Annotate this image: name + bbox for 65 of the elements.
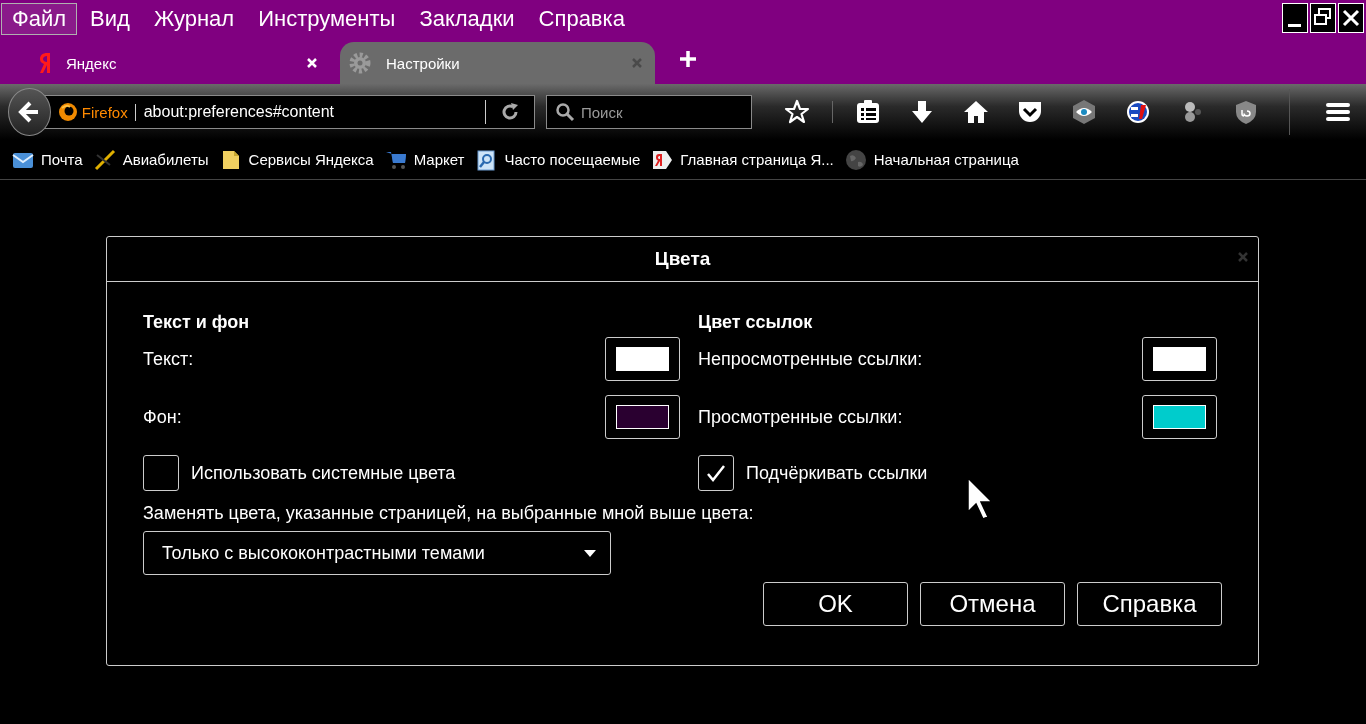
checkbox-label: Подчёркивать ссылки	[746, 462, 928, 484]
bookmark-star-icon[interactable]	[784, 99, 810, 125]
color-picker-button[interactable]	[1142, 337, 1217, 381]
tab[interactable]: Настройки	[340, 42, 655, 84]
override-label: Заменять цвета, указанные страницей, на выбранные мной выше цвета:	[143, 503, 755, 524]
checkbox[interactable]	[698, 455, 734, 491]
globe-icon	[844, 148, 867, 171]
letter-logo-icon	[38, 51, 52, 75]
bookmark-item[interactable]: Часто посещаемые	[475, 148, 641, 171]
list-icon[interactable]	[855, 99, 881, 125]
identity-label: Firefox	[77, 103, 136, 121]
checkmark-icon	[706, 463, 726, 483]
bookmark-item[interactable]: Главная страница Я...	[651, 148, 834, 171]
color-picker-button[interactable]	[605, 395, 680, 439]
dropdown[interactable]: Только с высококонтрастными темами	[143, 531, 611, 575]
bookmark-item[interactable]: Почта	[12, 148, 83, 171]
search-icon	[555, 102, 575, 122]
gear-icon	[348, 51, 372, 75]
home-icon[interactable]	[963, 99, 989, 125]
section-heading: Цвет ссылок	[698, 312, 814, 333]
color-label: Фон:	[143, 406, 182, 428]
color-picker-button[interactable]	[605, 337, 680, 381]
new-tab-icon[interactable]	[679, 50, 697, 68]
tab[interactable]: Яндекс	[30, 42, 330, 84]
menu-item[interactable]: Журнал	[142, 3, 246, 35]
dialog-title: Цвета	[654, 248, 711, 270]
color-picker-button[interactable]	[1142, 395, 1217, 439]
minimize-button[interactable]	[1282, 3, 1308, 33]
eye-icon[interactable]	[1071, 99, 1097, 125]
menu-item[interactable]: Закладки	[408, 3, 526, 35]
bookmark-item[interactable]: Маркет	[384, 148, 465, 171]
letter-tag-icon	[651, 148, 674, 171]
dropdown-arrow-icon	[584, 549, 596, 557]
dialog-button[interactable]: OK	[763, 582, 908, 626]
dialog-button[interactable]: Справка	[1077, 582, 1222, 626]
menu-item[interactable]: Вид	[79, 3, 141, 35]
section-heading: Текст и фон	[143, 312, 251, 333]
shield-icon[interactable]	[1233, 99, 1259, 125]
bookmark-item[interactable]: Начальная страница	[844, 148, 1019, 171]
menu-item[interactable]: Файл	[1, 3, 78, 35]
restore-button[interactable]	[1310, 3, 1336, 33]
search-field[interactable]: Поиск	[546, 95, 752, 129]
tab-label: Яндекс	[66, 54, 117, 72]
color-label: Текст:	[143, 348, 194, 370]
url-text: about:preferences#content	[143, 103, 336, 121]
bookmark-item[interactable]: Авиабилеты	[93, 148, 209, 171]
download-icon[interactable]	[909, 99, 935, 125]
dialog-button[interactable]: Отмена	[920, 582, 1065, 626]
checkbox-label: Использовать системные цвета	[191, 462, 456, 484]
firefox-icon	[57, 102, 78, 122]
page-search-icon	[475, 148, 498, 171]
color-label: Просмотренные ссылки:	[698, 406, 903, 428]
color-label: Непросмотренные ссылки:	[698, 348, 923, 370]
back-button[interactable]	[8, 88, 51, 136]
pocket-icon[interactable]	[1017, 99, 1043, 125]
tab-label: Настройки	[386, 54, 460, 72]
menu-item[interactable]: Справка	[527, 3, 636, 35]
bookmark-item[interactable]: Сервисы Яндекса	[219, 148, 374, 171]
reload-icon[interactable]	[500, 102, 520, 122]
letter-badge-icon[interactable]	[1125, 99, 1151, 125]
checkbox[interactable]	[143, 455, 179, 491]
menu-item[interactable]: Инструменты	[247, 3, 407, 35]
search-input[interactable]: Поиск	[581, 103, 751, 121]
plane-icon	[93, 148, 116, 171]
close-button[interactable]	[1338, 3, 1364, 33]
